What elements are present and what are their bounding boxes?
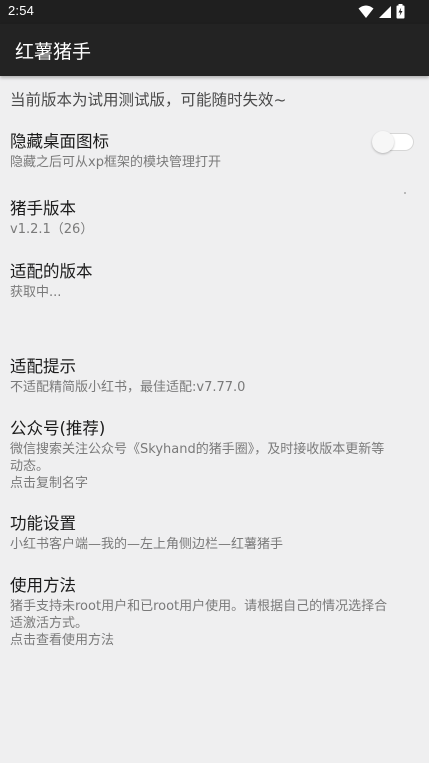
- screen: 2:54 红薯猪手 当前版本为试用测试版，可能随时失效~ 隐藏桌面图标 隐藏之后…: [0, 0, 429, 763]
- pref-summary: 隐藏之后可从xp框架的模块管理打开: [10, 155, 221, 170]
- pref-module-version[interactable]: 猪手版本 v1.2.1（26）: [10, 198, 419, 238]
- pref-hide-icon[interactable]: 隐藏桌面图标 隐藏之后可从xp框架的模块管理打开: [10, 131, 419, 171]
- app-bar: 红薯猪手: [0, 24, 429, 76]
- divider-dot: [404, 192, 406, 194]
- pref-title: 猪手版本: [10, 199, 76, 218]
- pref-summary: v1.2.1（26）: [10, 222, 94, 237]
- pref-title: 适配提示: [10, 357, 76, 376]
- pref-wechat-account[interactable]: 公众号(推荐) 微信搜索关注公众号《Skyhand的猪手圈》，及时接收版本更新等…: [10, 418, 419, 492]
- trial-notice: 当前版本为试用测试版，可能随时失效~: [10, 91, 287, 109]
- pref-summary: 微信搜索关注公众号《Skyhand的猪手圈》，及时接收版本更新等 动态。 点击复…: [10, 442, 385, 491]
- pref-title: 使用方法: [10, 576, 76, 595]
- signal-icon: [378, 4, 392, 23]
- pref-summary: 小红书客户端—我的—左上角侧边栏—红薯猪手: [10, 537, 284, 552]
- toggle-thumb: [372, 131, 394, 153]
- app-title: 红薯猪手: [15, 41, 92, 63]
- pref-compat-tip[interactable]: 适配提示 不适配精简版小红书，最佳适配:v7.77.0: [10, 356, 419, 396]
- pref-usage[interactable]: 使用方法 猪手支持未root用户和已root用户使用。请根据自己的情况选择合 适…: [10, 575, 419, 649]
- pref-title: 适配的版本: [10, 262, 93, 281]
- pref-supported-version[interactable]: 适配的版本 获取中...: [10, 261, 419, 301]
- pref-feature-settings[interactable]: 功能设置 小红书客户端—我的—左上角侧边栏—红薯猪手: [10, 513, 419, 553]
- status-time: 2:54: [8, 3, 35, 18]
- status-icons: [358, 4, 405, 23]
- battery-icon: [396, 4, 405, 23]
- preferences-list: 当前版本为试用测试版，可能随时失效~ 隐藏桌面图标 隐藏之后可从xp框架的模块管…: [0, 76, 429, 763]
- pref-title: 功能设置: [10, 514, 76, 533]
- pref-summary: 获取中...: [10, 285, 62, 300]
- pref-summary: 猪手支持未root用户和已root用户使用。请根据自己的情况选择合 适激活方式。…: [10, 599, 388, 648]
- pref-title: 公众号(推荐): [10, 419, 106, 438]
- hide-icon-toggle[interactable]: [372, 131, 414, 153]
- status-bar: 2:54: [0, 0, 429, 24]
- pref-title: 隐藏桌面图标: [10, 132, 109, 151]
- wifi-icon: [358, 4, 374, 23]
- pref-summary: 不适配精简版小红书，最佳适配:v7.77.0: [10, 380, 246, 395]
